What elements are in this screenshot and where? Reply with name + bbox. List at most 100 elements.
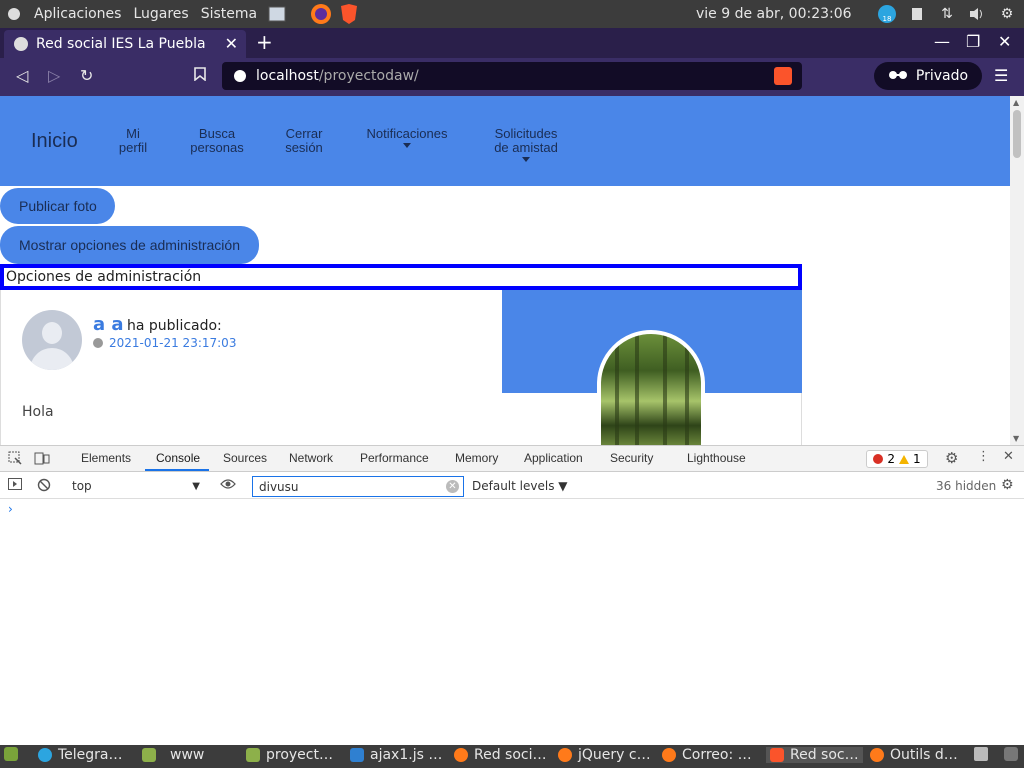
devtools-close-icon[interactable]: ✕ xyxy=(1003,449,1014,464)
address-bar[interactable]: localhost /proyectodaw/ xyxy=(222,62,802,90)
devtools-tab-application[interactable]: Application xyxy=(524,451,583,465)
taskbar-item-firefox-red[interactable]: Red soci… xyxy=(454,747,547,763)
device-toolbar-icon[interactable] xyxy=(34,451,50,469)
system-menu[interactable]: Sistema xyxy=(195,6,263,22)
nav-search-link[interactable]: Busca personas xyxy=(186,127,248,155)
trash-icon[interactable] xyxy=(974,747,988,761)
taskbar-item-brave-active[interactable]: Red soc… xyxy=(766,747,863,763)
devtools-tab-elements[interactable]: Elements xyxy=(81,451,131,465)
url-path: /proyectodaw/ xyxy=(318,68,419,84)
apps-icon[interactable] xyxy=(2,3,26,25)
hamburger-menu-icon[interactable]: ☰ xyxy=(994,66,1008,85)
brave-shields-icon[interactable] xyxy=(774,67,792,85)
devtools-tab-sources[interactable]: Sources xyxy=(223,451,267,465)
scroll-down-icon[interactable]: ▼ xyxy=(1013,434,1019,443)
taskbar-item-www[interactable]: www xyxy=(142,747,204,763)
private-window-button[interactable]: Privado xyxy=(874,62,982,90)
post-action-text: ha publicado: xyxy=(127,318,222,334)
volume-icon[interactable] xyxy=(966,3,988,25)
nav-logout-link[interactable]: Cerrar sesión xyxy=(280,127,328,155)
devtools-tab-memory[interactable]: Memory xyxy=(455,451,498,465)
nav-profile-link[interactable]: Mi perfil xyxy=(117,127,149,155)
clear-console-icon[interactable] xyxy=(37,478,51,496)
nav-profile-line2: perfil xyxy=(118,140,148,155)
devtools-tab-lighthouse[interactable]: Lighthouse xyxy=(687,451,746,465)
avatar[interactable] xyxy=(22,310,82,370)
taskbar-item-label: Outils d… xyxy=(890,747,958,763)
folder-icon xyxy=(246,748,260,762)
firefox-icon xyxy=(870,748,884,762)
dropdown-arrow-icon: ▼ xyxy=(192,480,200,492)
show-admin-options-button[interactable]: Mostrar opciones de administración xyxy=(0,226,259,264)
bookmark-icon[interactable] xyxy=(194,66,206,85)
issues-counter[interactable]: 2 1 xyxy=(866,450,928,468)
maximize-icon[interactable]: ❐ xyxy=(966,32,980,51)
nav-search-line2: personas xyxy=(190,140,244,155)
page-viewport: Inicio Mi perfil Busca personas Cerrar s… xyxy=(0,96,1010,445)
post-author-link[interactable]: a a xyxy=(93,314,124,335)
profile-photo[interactable] xyxy=(597,330,705,445)
minimize-icon[interactable]: — xyxy=(934,32,950,51)
site-navbar: Inicio Mi perfil Busca personas Cerrar s… xyxy=(0,96,1010,186)
scroll-thumb[interactable] xyxy=(1013,110,1021,158)
more-options-icon[interactable]: ⋮ xyxy=(977,449,990,464)
back-icon[interactable]: ◁ xyxy=(16,66,28,85)
context-selector[interactable]: top ▼ xyxy=(64,476,206,496)
post-text: Hola xyxy=(22,404,54,420)
firefox-icon[interactable] xyxy=(309,3,333,25)
nav-notifications-dropdown[interactable]: Notificaciones xyxy=(362,127,452,148)
nav-friend-requests-line1: Solicitudes xyxy=(494,126,558,141)
devtools-tabbar: Elements Console Sources Network Perform… xyxy=(0,446,1024,472)
user-icon[interactable] xyxy=(906,3,928,25)
brave-icon[interactable] xyxy=(337,3,361,25)
taskbar-item-telegram[interactable]: Telegra… xyxy=(38,747,123,763)
info-icon[interactable] xyxy=(234,70,246,82)
taskbar-item-label: jQuery c… xyxy=(578,747,651,763)
screenshot-icon[interactable] xyxy=(265,3,289,25)
taskbar-item-jquery[interactable]: jQuery c… xyxy=(558,747,651,763)
console-settings-icon[interactable]: ⚙ xyxy=(1001,477,1014,493)
sidebar-toggle-icon[interactable] xyxy=(8,478,22,494)
devtools-tab-security[interactable]: Security xyxy=(610,451,653,465)
post-date[interactable]: 2021-01-21 23:17:03 xyxy=(109,336,236,350)
workspace-switcher[interactable] xyxy=(1004,747,1018,761)
new-tab-icon[interactable]: + xyxy=(256,30,273,54)
firefox-icon xyxy=(454,748,468,762)
private-glasses-icon xyxy=(888,68,908,84)
hidden-messages-count: 36 hidden xyxy=(936,479,997,493)
taskbar-item-vscode[interactable]: ajax1.js … xyxy=(350,747,442,763)
places-menu[interactable]: Lugares xyxy=(127,6,194,22)
devtools-tab-performance[interactable]: Performance xyxy=(360,451,429,465)
console-prompt[interactable]: › xyxy=(8,502,13,516)
taskbar-item-correo[interactable]: Correo: … xyxy=(662,747,752,763)
clock[interactable]: vie 9 de abr, 00:23:06 xyxy=(696,6,852,22)
live-expression-eye-icon[interactable] xyxy=(220,478,236,494)
svg-text:18: 18 xyxy=(883,15,892,23)
network-icon[interactable]: ⇅ xyxy=(936,3,958,25)
telegram-tray-icon[interactable]: 18 xyxy=(876,3,898,25)
clear-filter-icon[interactable]: ✕ xyxy=(446,480,459,493)
apps-menu[interactable]: Aplicaciones xyxy=(28,6,127,22)
tab-close-icon[interactable]: ✕ xyxy=(225,34,238,53)
browser-tab[interactable]: Red social IES La Puebla ✕ xyxy=(4,30,246,58)
publish-photo-button[interactable]: Publicar foto xyxy=(0,188,115,224)
devtools-tab-network[interactable]: Network xyxy=(289,451,333,465)
taskbar-item-proyecto[interactable]: proyect… xyxy=(246,747,333,763)
nav-friend-requests-dropdown[interactable]: Solicitudes de amistad xyxy=(488,127,564,162)
taskbar-item-outils[interactable]: Outils d… xyxy=(870,747,958,763)
scroll-up-icon[interactable]: ▲ xyxy=(1013,98,1019,107)
console-filter-input[interactable]: divusu ✕ xyxy=(252,476,464,497)
page-scrollbar[interactable]: ▲ ▼ xyxy=(1010,96,1024,445)
reload-icon[interactable]: ↻ xyxy=(80,66,93,85)
window-close-icon[interactable]: ✕ xyxy=(998,32,1011,51)
devtools-tab-console[interactable]: Console xyxy=(156,451,200,465)
devtools-settings-icon[interactable]: ⚙ xyxy=(945,449,958,467)
inspect-element-icon[interactable] xyxy=(8,451,22,469)
nav-home-link[interactable]: Inicio xyxy=(31,130,78,153)
log-levels-dropdown[interactable]: Default levels ▼ xyxy=(472,479,568,493)
show-desktop-icon[interactable] xyxy=(4,747,18,761)
settings-gear-icon[interactable]: ⚙ xyxy=(996,3,1018,25)
forward-icon[interactable]: ▷ xyxy=(48,66,60,85)
folder-icon xyxy=(142,748,156,762)
filter-value: divusu xyxy=(259,479,299,494)
